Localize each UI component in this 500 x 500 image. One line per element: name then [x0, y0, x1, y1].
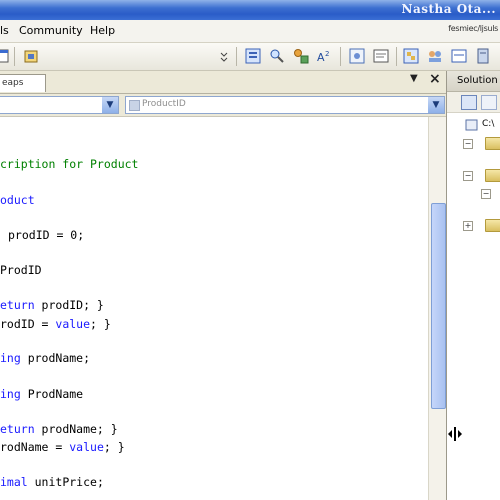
show-all-files-icon[interactable] [481, 95, 497, 110]
folder-icon [485, 137, 500, 150]
code-text: prodName; [20, 351, 91, 365]
code-line[interactable]: ProdID [0, 263, 42, 277]
tree-collapse-icon[interactable]: − [463, 139, 473, 149]
code-text: ProdName [20, 387, 84, 401]
type-dropdown[interactable]: ▼ [0, 96, 119, 114]
code-text: ProdID [0, 263, 42, 277]
font-size-icon[interactable]: A2 [316, 47, 334, 65]
svg-text:A: A [317, 51, 325, 64]
menu-help[interactable]: Help [90, 24, 115, 37]
output-window-icon[interactable] [372, 47, 390, 65]
server-explorer-icon[interactable] [474, 47, 492, 65]
tree-expand-icon[interactable]: + [463, 221, 473, 231]
menu-community[interactable]: Community [19, 24, 83, 37]
code-line[interactable]: eturn prodName; } [0, 422, 118, 436]
code-text: prodID; } [34, 298, 104, 312]
toolbar-overflow-icon[interactable] [218, 47, 230, 65]
member-icon [129, 100, 140, 111]
code-line[interactable]: imal unitPrice; [0, 475, 104, 489]
folder-icon [485, 219, 500, 232]
code-keyword: ing [0, 351, 21, 365]
close-icon[interactable]: × [429, 71, 441, 87]
code-line[interactable]: prodID = 0; [8, 228, 84, 242]
object-browser-icon[interactable] [348, 47, 366, 65]
menu-bar: ls Community Help fesmiec/ljsuls [0, 20, 500, 43]
editor-vertical-scrollbar[interactable] [428, 117, 447, 500]
properties-icon[interactable] [244, 47, 262, 65]
tree-root[interactable]: C:\ [465, 118, 494, 135]
editor-tab-strip: eaps ▼ × [0, 71, 446, 94]
code-comment: cription for Product [0, 157, 139, 171]
solution-explorer-title: Solution [457, 75, 498, 86]
properties-icon[interactable] [461, 95, 477, 110]
code-navigation-bar: ▼ ProductID ▼ [0, 94, 446, 117]
code-keyword: imal [0, 475, 28, 489]
code-keyword: eturn [0, 298, 35, 312]
code-line[interactable]: eturn prodID; } [0, 298, 104, 312]
tab-dropdown-icon[interactable]: ▼ [410, 73, 418, 84]
svg-text:2: 2 [325, 50, 329, 58]
code-keyword: eturn [0, 422, 35, 436]
resize-cursor-icon [447, 427, 463, 441]
find-icon[interactable] [268, 47, 286, 65]
class-view-icon[interactable] [292, 47, 310, 65]
solution-explorer-header: Solution [447, 71, 500, 92]
start-page-icon[interactable] [450, 47, 468, 65]
code-keyword: ing [0, 387, 21, 401]
code-text: unitPrice; [27, 475, 104, 489]
main-toolbar: A2 [0, 43, 500, 71]
code-text: rodID = [0, 317, 56, 331]
code-keyword: oduct [0, 193, 35, 207]
code-text: prodID = 0; [8, 228, 85, 242]
menu-tools[interactable]: ls [0, 24, 9, 37]
code-line[interactable]: oduct [0, 193, 35, 207]
code-line[interactable]: ing prodName; [0, 351, 90, 365]
code-text: prodName; } [34, 422, 118, 436]
folder-icon [485, 169, 500, 182]
solution-explorer-icon[interactable] [402, 47, 420, 65]
member-dropdown[interactable]: ProductID ▼ [125, 96, 445, 114]
tree-root-label: C:\ [482, 119, 495, 129]
code-line[interactable]: rodName = value; } [0, 440, 125, 454]
chevron-down-icon: ▼ [428, 97, 444, 113]
tab-document[interactable]: eaps [0, 74, 46, 92]
code-line[interactable]: cription for Product [0, 157, 138, 171]
team-explorer-icon[interactable] [426, 47, 444, 65]
code-text: ; } [103, 440, 125, 454]
tree-collapse-icon[interactable]: − [481, 189, 491, 199]
solution-explorer-toolbar [447, 92, 500, 113]
code-line[interactable]: rodID = value; } [0, 317, 111, 331]
window-title: Nastha Ota... [401, 2, 496, 16]
code-line[interactable]: ing ProdName [0, 387, 83, 401]
toolbox-icon[interactable] [22, 47, 40, 65]
tree-collapse-icon[interactable]: − [463, 171, 473, 181]
code-keyword: value [69, 440, 104, 454]
member-dropdown-value: ProductID [142, 99, 186, 109]
code-keyword: value [55, 317, 91, 331]
solution-icon [465, 119, 478, 131]
code-text: rodName = [0, 440, 70, 454]
scrollbar-thumb[interactable] [431, 203, 446, 409]
code-text: ; } [90, 317, 111, 331]
code-editor[interactable]: cription for Product oduct prodID = 0; Prod… [0, 117, 428, 500]
user-label: fesmiec/ljsuls [448, 24, 498, 33]
window-icon[interactable] [0, 47, 10, 65]
window-titlebar: Nastha Ota... [0, 0, 500, 20]
chevron-down-icon: ▼ [102, 97, 118, 113]
